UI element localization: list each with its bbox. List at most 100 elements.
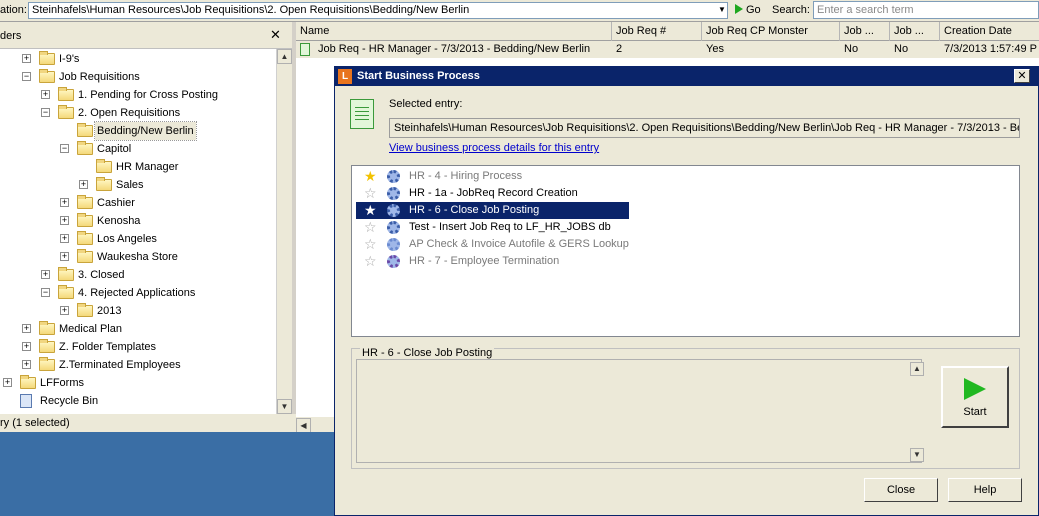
tree-node[interactable]: + Kenosha xyxy=(0,212,276,230)
tree-node-label: Medical Plan xyxy=(59,323,122,335)
expand-icon[interactable]: + xyxy=(60,306,69,315)
process-item[interactable]: ★ HR - 6 - Close Job Posting xyxy=(356,202,629,219)
process-description-area: ▲ ▼ xyxy=(356,359,925,463)
column-header-name[interactable]: Name xyxy=(296,22,612,41)
column-header-job-req[interactable]: Job Req # xyxy=(612,22,702,41)
process-item[interactable]: ☆ HR - 7 - Employee Termination xyxy=(356,253,629,270)
list-header: Name Job Req # Job Req CP Monster Job ..… xyxy=(296,22,1039,41)
workflow-gear-icon xyxy=(387,221,400,234)
dialog-close-button[interactable]: ✕ xyxy=(1014,69,1030,83)
address-dropdown-icon[interactable]: ▼ xyxy=(716,3,728,17)
folder-icon xyxy=(77,231,93,245)
expand-icon[interactable]: + xyxy=(41,90,50,99)
help-button[interactable]: Help xyxy=(948,478,1022,502)
process-item[interactable]: ☆ HR - 1a - JobReq Record Creation xyxy=(356,185,629,202)
process-label: HR - 6 - Close Job Posting xyxy=(409,204,540,216)
tree-node[interactable]: + Z. Folder Templates xyxy=(0,338,276,356)
expand-icon[interactable]: + xyxy=(79,180,88,189)
expand-icon[interactable]: + xyxy=(60,216,69,225)
description-scrollbar[interactable]: ▲ ▼ xyxy=(910,362,925,462)
tree-node-label: Z. Folder Templates xyxy=(59,341,157,353)
go-arrow-icon xyxy=(735,4,743,14)
scroll-left-icon[interactable]: ◀ xyxy=(296,418,311,433)
start-button[interactable]: Start xyxy=(941,366,1009,428)
tree-node[interactable]: HR Manager xyxy=(0,158,276,176)
column-header-job-b[interactable]: Job ... xyxy=(890,22,940,41)
tree-node[interactable]: − 4. Rejected Applications xyxy=(0,284,276,302)
view-details-link[interactable]: View business process details for this e… xyxy=(389,142,599,154)
folders-header: ders ✕ xyxy=(0,22,292,49)
scroll-down-icon[interactable]: ▼ xyxy=(277,399,292,414)
favorite-star-icon[interactable]: ☆ xyxy=(364,253,377,270)
search-input[interactable] xyxy=(813,1,1039,19)
tree-scrollbar[interactable]: ▲ ▼ xyxy=(276,49,292,414)
folder-icon xyxy=(39,51,55,65)
favorite-star-icon[interactable]: ☆ xyxy=(364,219,377,236)
column-header-job-a[interactable]: Job ... xyxy=(840,22,890,41)
tree-node-label: 2013 xyxy=(97,305,122,317)
folders-status: ry (1 selected) xyxy=(0,414,300,432)
dialog-title-bar[interactable]: L Start Business Process ✕ xyxy=(335,67,1038,86)
row-created: 7/3/2013 1:57:49 P xyxy=(944,43,1037,55)
column-header-cp-monster[interactable]: Job Req CP Monster xyxy=(702,22,840,41)
tree-node-label: Z.Terminated Employees xyxy=(59,359,181,371)
tree-node[interactable]: + Los Angeles xyxy=(0,230,276,248)
expand-icon[interactable]: + xyxy=(41,270,50,279)
tree-node[interactable]: +2013 xyxy=(0,302,276,320)
expand-icon[interactable]: + xyxy=(22,324,31,333)
address-path-field[interactable]: Steinhafels\Human Resources\Job Requisit… xyxy=(28,2,728,19)
tree-node-label: Job Requisitions xyxy=(59,71,140,83)
tree-node[interactable]: +3. Closed xyxy=(0,266,276,284)
process-item[interactable]: ☆ AP Check & Invoice Autofile & GERS Look… xyxy=(356,236,629,253)
tree-node[interactable]: + Medical Plan xyxy=(0,320,276,338)
collapse-icon[interactable]: − xyxy=(41,108,50,117)
column-header-creation-date[interactable]: Creation Date xyxy=(940,22,1039,41)
tree-node[interactable]: + LFForms xyxy=(0,374,276,392)
tree-node-label: 4. Rejected Applications xyxy=(78,287,196,299)
folders-panel: ders ✕ + I-9's − Job Requisitions +1. Pendin… xyxy=(0,22,292,414)
favorite-star-icon[interactable]: ☆ xyxy=(364,236,377,253)
row-job-a: No xyxy=(844,43,859,55)
tree-node[interactable]: − 2. Open Requisitions xyxy=(0,104,276,122)
workflow-gear-icon xyxy=(387,187,400,200)
favorite-star-icon[interactable]: ☆ xyxy=(364,185,377,202)
scroll-down-icon[interactable]: ▼ xyxy=(910,448,924,462)
close-button[interactable]: Close xyxy=(864,478,938,502)
folder-icon xyxy=(77,213,93,227)
address-bar: ation: Steinhafels\Human Resources\Job R… xyxy=(0,0,1039,22)
expand-icon[interactable]: + xyxy=(22,342,31,351)
expand-icon[interactable]: + xyxy=(3,378,12,387)
collapse-icon[interactable]: − xyxy=(60,144,69,153)
process-label: AP Check & Invoice Autofile & GERS Looku… xyxy=(409,238,629,250)
process-item[interactable]: ★ HR - 4 - Hiring Process xyxy=(356,168,629,185)
app-logo-icon: L xyxy=(338,69,352,84)
favorite-star-icon[interactable]: ★ xyxy=(364,202,377,219)
collapse-icon[interactable]: − xyxy=(41,288,50,297)
tree-node[interactable]: Bedding/New Berlin xyxy=(0,121,276,141)
tree-node[interactable]: + Sales xyxy=(0,176,276,194)
tree-node[interactable]: + Waukesha Store xyxy=(0,248,276,266)
process-item[interactable]: ☆ Test - Insert Job Req to LF_HR_JOBS db xyxy=(356,219,629,236)
tree-node[interactable]: + I-9's xyxy=(0,50,276,68)
tree-node[interactable]: − Job Requisitions xyxy=(0,68,276,86)
tree-node[interactable]: +1. Pending for Cross Posting xyxy=(0,86,276,104)
favorite-star-icon[interactable]: ★ xyxy=(364,168,377,185)
process-label: HR - 1a - JobReq Record Creation xyxy=(409,187,578,199)
scroll-up-icon[interactable]: ▲ xyxy=(910,362,924,376)
collapse-icon[interactable]: − xyxy=(22,72,31,81)
expand-icon[interactable]: + xyxy=(22,360,31,369)
tree-node[interactable]: − Capitol xyxy=(0,140,276,158)
tree-node[interactable]: + Z.Terminated Employees xyxy=(0,356,276,374)
go-button[interactable]: Go xyxy=(733,3,761,18)
desktop-background xyxy=(0,432,334,516)
tree-node[interactable]: Recycle Bin xyxy=(0,392,276,410)
scroll-up-icon[interactable]: ▲ xyxy=(277,49,292,64)
expand-icon[interactable]: + xyxy=(60,234,69,243)
address-label: ation: xyxy=(0,4,27,16)
close-icon[interactable]: ✕ xyxy=(270,27,281,43)
dialog-title: Start Business Process xyxy=(357,70,480,82)
tree-node[interactable]: + Cashier xyxy=(0,194,276,212)
expand-icon[interactable]: + xyxy=(60,198,69,207)
expand-icon[interactable]: + xyxy=(22,54,31,63)
expand-icon[interactable]: + xyxy=(60,252,69,261)
